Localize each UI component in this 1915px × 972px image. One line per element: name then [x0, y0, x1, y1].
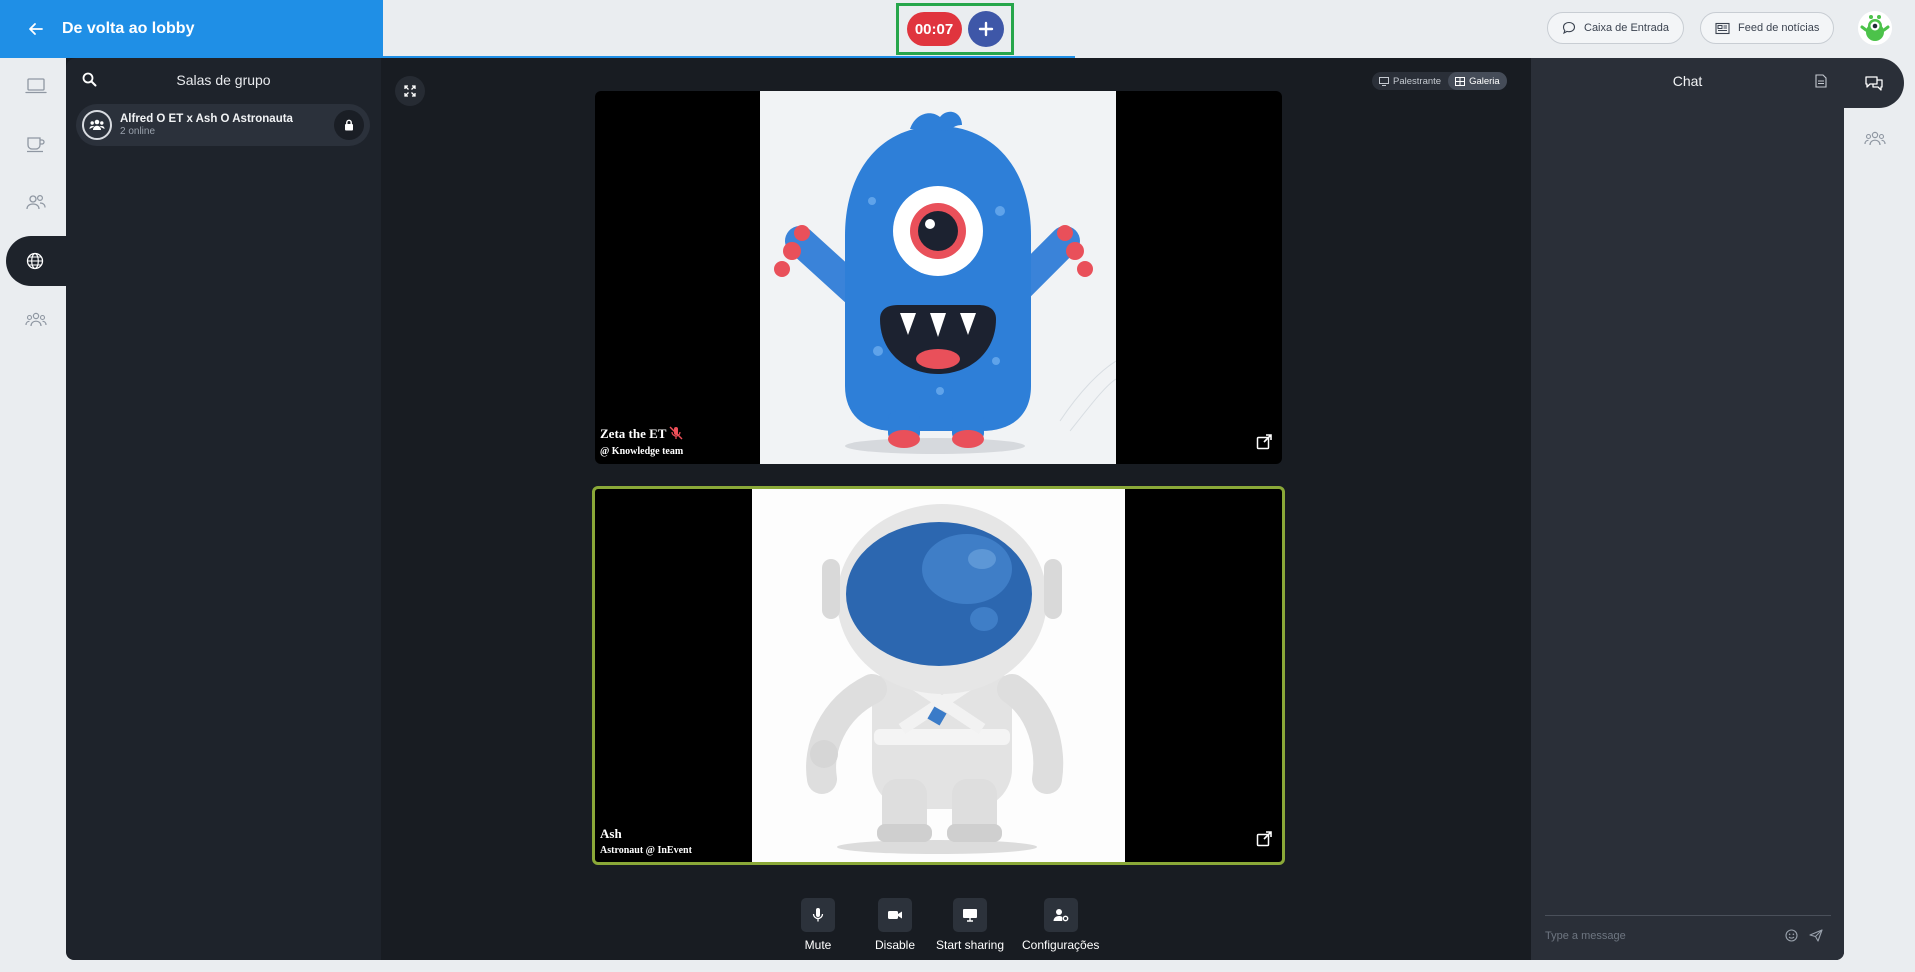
room-name: Alfred O ET x Ash O Astronauta — [120, 113, 293, 125]
participant-subtitle: @ Knowledge team — [600, 446, 684, 457]
globe-nav-item[interactable] — [6, 236, 68, 286]
speaker-view-button[interactable]: Palestrante — [1372, 72, 1448, 90]
send-icon[interactable] — [1809, 929, 1823, 942]
chat-bubbles-icon — [1864, 75, 1884, 91]
microphone-icon[interactable] — [801, 898, 835, 932]
news-feed-label: Feed de notícias — [1738, 22, 1820, 34]
arrow-left-icon — [28, 21, 44, 37]
group-avatar-icon — [82, 110, 112, 140]
fullscreen-button[interactable] — [395, 76, 425, 106]
grid-icon — [1455, 76, 1466, 86]
view-mode-toggle: Palestrante Galeria — [1372, 72, 1507, 90]
chat-tab[interactable] — [1844, 58, 1904, 108]
mute-control[interactable]: Mute — [801, 898, 835, 952]
speaker-view-label: Palestrante — [1393, 75, 1442, 87]
plus-icon — [978, 21, 994, 37]
mic-muted-icon — [669, 426, 683, 440]
timer-badge: 00:07 — [906, 12, 962, 46]
participant-subtitle: Astronaut @ InEvent — [600, 845, 692, 856]
room-list-item[interactable]: Alfred O ET x Ash O Astronauta 2 online — [76, 104, 370, 146]
expand-icon — [404, 85, 416, 97]
settings-control[interactable]: Configurações — [1022, 898, 1099, 952]
group-icon[interactable] — [22, 306, 50, 334]
user-settings-icon[interactable] — [1043, 898, 1078, 932]
globe-icon — [26, 252, 44, 270]
chat-panel: Chat — [1531, 58, 1844, 960]
inbox-button[interactable]: Caixa de Entrada — [1547, 12, 1684, 44]
group-rooms-panel: Salas de grupo Alfred O ET x Ash O Astro… — [66, 58, 381, 960]
laptop-icon[interactable] — [22, 72, 50, 100]
astronaut-avatar-image — [752, 489, 1125, 862]
user-avatar[interactable] — [1858, 11, 1892, 45]
settings-label: Configurações — [1022, 938, 1100, 952]
people-tab-icon[interactable] — [1864, 130, 1886, 148]
disable-label: Disable — [875, 938, 916, 952]
lock-icon[interactable] — [334, 110, 364, 140]
group-rooms-title: Salas de grupo — [176, 72, 271, 88]
participant-video-tile-active[interactable]: Ash Astronaut @ InEvent — [592, 486, 1285, 865]
document-icon[interactable] — [1815, 74, 1827, 88]
participant-name: Zeta the ET — [600, 426, 683, 442]
chat-message-input[interactable] — [1545, 925, 1775, 947]
screen-share-icon[interactable] — [953, 898, 988, 932]
timer-group: 00:07 — [896, 3, 1014, 55]
gallery-view-label: Galeria — [1469, 75, 1500, 87]
external-link-icon[interactable] — [1256, 434, 1272, 450]
disable-camera-control[interactable]: Disable — [875, 898, 915, 952]
external-link-icon[interactable] — [1256, 831, 1272, 847]
monitor-icon — [1379, 76, 1389, 86]
chat-bubble-icon — [1562, 21, 1576, 35]
emoji-icon[interactable] — [1785, 929, 1798, 942]
participant-video-tile[interactable]: Zeta the ET @ Knowledge team — [595, 91, 1282, 464]
monster-avatar-image — [760, 91, 1116, 464]
mute-label: Mute — [804, 938, 832, 952]
gallery-view-button[interactable]: Galeria — [1448, 72, 1507, 90]
newspaper-icon — [1715, 22, 1730, 35]
people-icon[interactable] — [22, 188, 50, 216]
start-sharing-control[interactable]: Start sharing — [936, 898, 1004, 952]
room-online-count: 2 online — [120, 126, 156, 137]
chat-input-divider — [1545, 915, 1831, 916]
inbox-label: Caixa de Entrada — [1584, 22, 1669, 34]
video-camera-icon[interactable] — [878, 898, 913, 932]
start-sharing-label: Start sharing — [936, 938, 1005, 952]
participant-name: Ash — [600, 826, 622, 841]
news-feed-button[interactable]: Feed de notícias — [1700, 12, 1835, 44]
back-to-lobby-label: De volta ao lobby — [62, 20, 195, 37]
top-bar: De volta ao lobby 00:07 Caixa de Entrada… — [0, 0, 1915, 58]
video-stage: Palestrante Galeria Zeta the ET @ Knowle… — [381, 58, 1531, 960]
back-to-lobby-button[interactable]: De volta ao lobby — [0, 0, 383, 58]
chat-title: Chat — [1672, 73, 1703, 89]
add-time-button[interactable] — [967, 11, 1004, 47]
alien-avatar-icon — [1858, 11, 1892, 45]
coffee-icon[interactable] — [22, 130, 50, 158]
